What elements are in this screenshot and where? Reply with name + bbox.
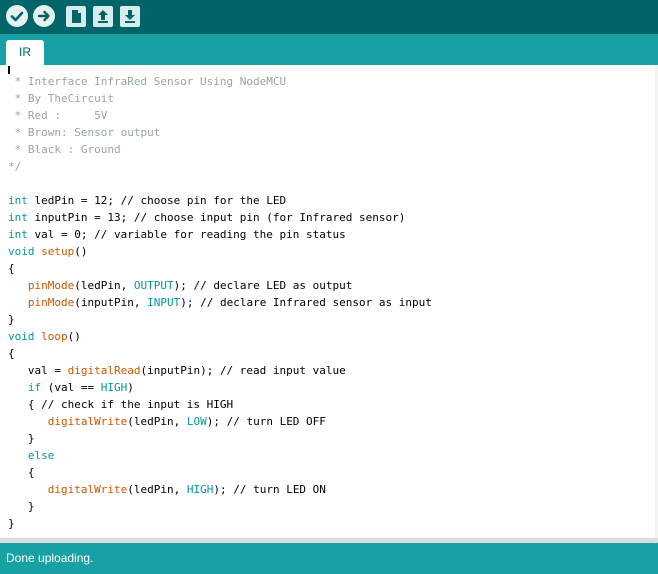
code-line: pinMode(inputPin, INPUT); // declare Inf… <box>27 296 432 309</box>
code-line: * Black : Ground <box>8 143 121 156</box>
save-button[interactable] <box>120 6 140 27</box>
code-line: } <box>8 313 15 326</box>
code-line: val = digitalRead(inputPin); // read inp… <box>8 364 346 377</box>
code-line: */ <box>8 160 22 173</box>
code-line: * By TheCircuit <box>8 92 114 105</box>
code-line: digitalWrite(ledPin, LOW); // turn LED O… <box>47 415 326 428</box>
tab-bar: IR <box>0 34 658 65</box>
toolbar <box>0 0 658 34</box>
new-button[interactable] <box>66 6 86 27</box>
arrow-up-icon <box>98 10 108 23</box>
code-line: void loop() <box>8 330 81 343</box>
code-line: digitalWrite(ledPin, HIGH); // turn LED … <box>47 483 326 496</box>
code-line: * Interface InfraRed Sensor Using NodeMC… <box>8 75 287 88</box>
verify-button[interactable] <box>6 5 28 27</box>
code-line: * Red : 5V <box>8 109 108 122</box>
code-line: } <box>8 432 35 445</box>
code-line: pinMode(ledPin, OUTPUT); // declare LED … <box>27 279 353 292</box>
code-area[interactable]: * Interface InfraRed Sensor Using NodeMC… <box>8 65 432 532</box>
status-message: Done uploading. <box>6 551 94 565</box>
arrow-down-icon <box>125 10 135 23</box>
code-editor[interactable]: * Interface InfraRed Sensor Using NodeMC… <box>0 65 658 538</box>
code-line: { <box>8 466 35 479</box>
code-line: } <box>8 517 15 530</box>
open-button[interactable] <box>93 6 113 27</box>
code-line: void setup() <box>8 245 88 258</box>
code-line: * Brown: Sensor output <box>8 126 161 139</box>
tab-ir[interactable]: IR <box>6 40 44 65</box>
check-icon <box>10 11 24 22</box>
arrow-right-icon <box>37 10 50 22</box>
code-line: { <box>8 347 15 360</box>
new-file-icon <box>72 10 81 23</box>
code-line: { // check if the input is HIGH <box>8 398 234 411</box>
status-bar: Done uploading. <box>0 543 658 574</box>
code-line: int ledPin = 12; // choose pin for the L… <box>8 194 287 207</box>
code-line: else <box>27 449 55 462</box>
code-line: } <box>8 500 35 513</box>
upload-button[interactable] <box>33 5 55 27</box>
code-line: if (val == HIGH) <box>27 381 134 394</box>
code-line: int val = 0; // variable for reading the… <box>8 228 346 241</box>
code-line: { <box>8 262 15 275</box>
code-line: int inputPin = 13; // choose input pin (… <box>8 211 406 224</box>
